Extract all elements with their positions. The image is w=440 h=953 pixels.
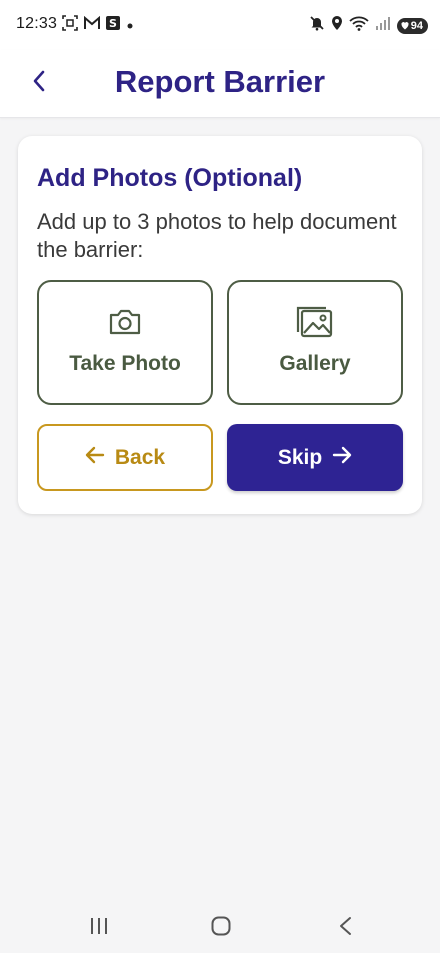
app-header: Report Barrier <box>0 50 440 118</box>
status-time: 12:33 <box>16 15 58 32</box>
gallery-label: Gallery <box>279 352 351 375</box>
status-left-icons: S <box>62 15 134 36</box>
wifi-icon <box>349 15 369 36</box>
take-photo-label: Take Photo <box>69 352 181 375</box>
skip-button[interactable]: Skip <box>227 424 403 491</box>
battery-icon: 94 <box>396 17 428 34</box>
add-photos-card: Add Photos (Optional) Add up to 3 photos… <box>18 136 422 514</box>
card-description: Add up to 3 photos to help document the … <box>37 209 397 262</box>
system-nav-bar <box>0 901 440 953</box>
battery-level: 94 <box>410 19 423 32</box>
arrow-left-icon <box>85 446 105 470</box>
s-app-icon: S <box>106 16 120 35</box>
svg-text:S: S <box>109 17 117 30</box>
back-button[interactable]: Back <box>37 424 213 491</box>
signal-icon <box>375 15 391 36</box>
gallery-button[interactable]: Gallery <box>227 280 403 405</box>
card-title: Add Photos (Optional) <box>37 164 303 192</box>
home-icon[interactable] <box>210 915 232 942</box>
arrow-right-icon <box>332 446 352 470</box>
screenshot-icon <box>62 15 78 36</box>
image-gallery-icon <box>296 306 334 338</box>
take-photo-button[interactable]: Take Photo <box>37 280 213 405</box>
dot-icon <box>126 17 134 35</box>
status-right-icons: 94 <box>309 15 428 36</box>
page-title: Report Barrier <box>114 64 326 99</box>
gmail-icon <box>84 15 100 35</box>
camera-icon <box>108 306 142 338</box>
back-nav-icon[interactable] <box>336 915 356 942</box>
back-label: Back <box>114 445 166 469</box>
status-bar: 12:33 S 94 <box>0 0 440 50</box>
recent-apps-icon[interactable] <box>88 915 110 942</box>
skip-label: Skip <box>277 445 323 469</box>
mute-icon <box>309 15 325 36</box>
location-icon <box>331 15 343 36</box>
